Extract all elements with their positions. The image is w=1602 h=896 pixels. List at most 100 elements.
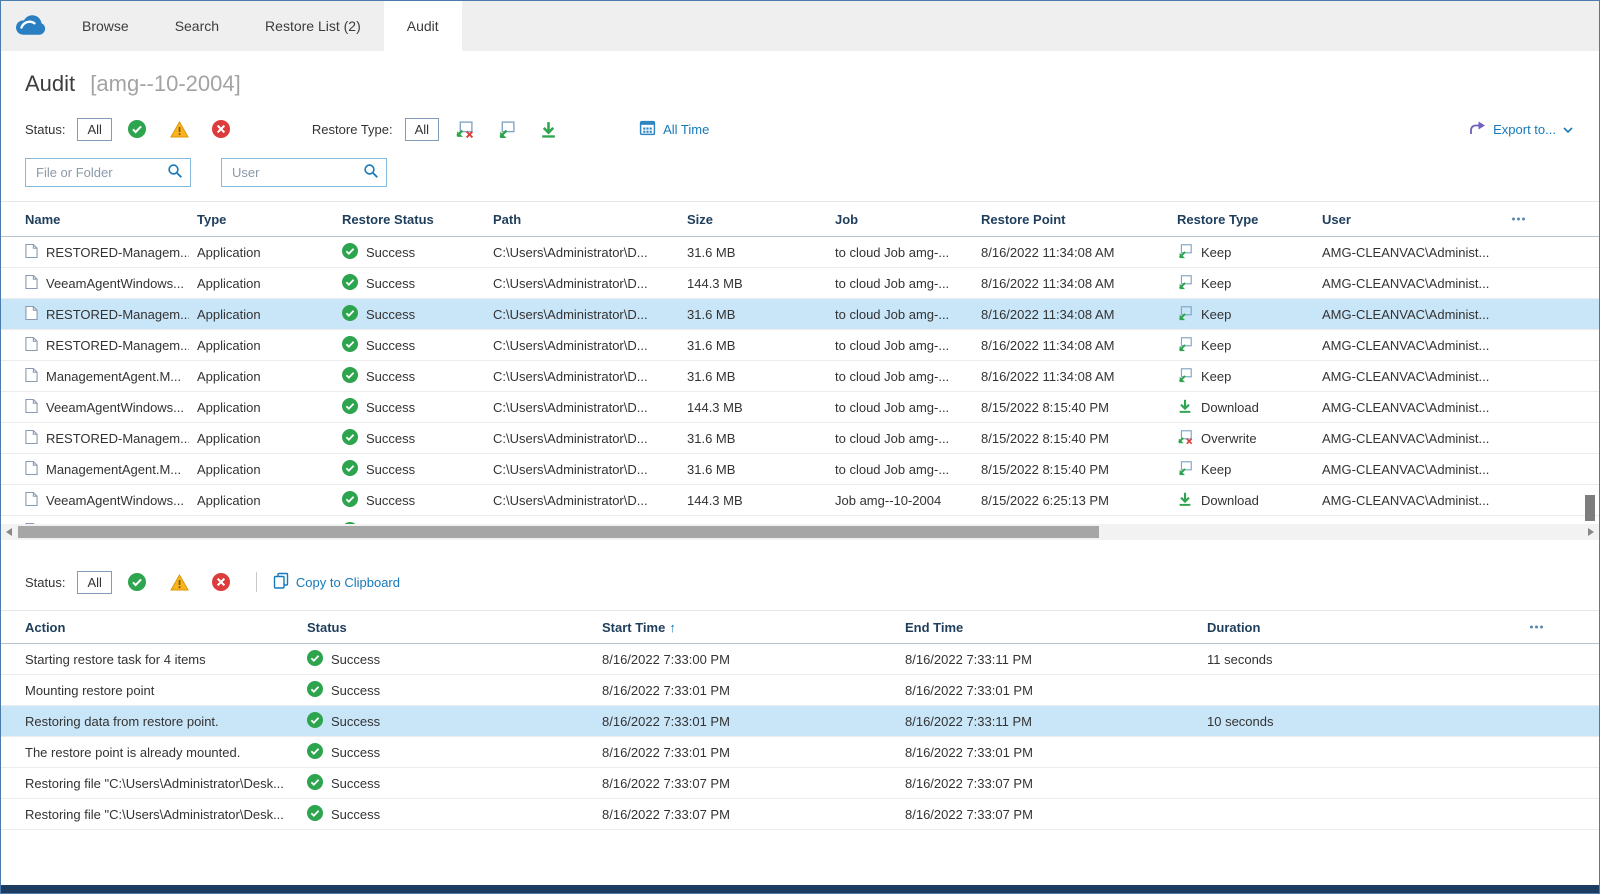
vertical-scrollbar-thumb[interactable] [1585,495,1595,521]
file-search-input[interactable] [34,164,167,181]
table-row[interactable]: RESTORED-Managem... Application Success … [1,299,1599,330]
tab-search[interactable]: Search [152,1,242,51]
success-icon [307,805,323,824]
column-header-user[interactable]: User [1322,212,1599,227]
column-header-action[interactable]: Action [1,620,307,635]
files-table-body: RESTORED-Managem... Application Success … [1,237,1599,524]
column-header-restore-status[interactable]: Restore Status [342,212,493,227]
table-row[interactable]: Success [1,516,1599,524]
event-status-cell: Success [307,805,602,824]
restore-type-keep-filter-icon[interactable] [497,120,516,139]
restore-status-text: Success [366,462,415,477]
path-cell: C:\Users\Administrator\D... [493,369,687,384]
events-status-success-filter-icon[interactable] [128,573,147,592]
search-icon[interactable] [167,163,183,182]
table-row[interactable]: ManagementAgent.M... Application Success… [1,361,1599,392]
keep-icon [1177,336,1193,355]
events-status-error-filter-icon[interactable] [212,573,231,592]
status-error-filter-icon[interactable] [212,120,231,139]
horizontal-scrollbar-track[interactable] [17,524,1583,540]
column-header-name[interactable]: Name [1,212,197,227]
page-title: Audit [amg--10-2004] [1,51,1599,99]
status-all-button[interactable]: All [77,118,111,141]
job-cell: to cloud Job amg-... [835,338,981,353]
tab-restore-list[interactable]: Restore List (2) [242,1,384,51]
column-options-icon[interactable] [1512,218,1525,221]
scroll-left-button[interactable] [1,524,17,540]
file-name: RESTORED-Managem... [46,431,189,446]
size-cell: 31.6 MB [687,245,835,260]
user-search-input[interactable] [230,164,363,181]
table-row[interactable]: ManagementAgent.M... Application Success… [1,454,1599,485]
column-header-start-time[interactable]: Start Time↑ [602,620,905,635]
table-row[interactable]: VeeamAgentWindows... Application Success… [1,392,1599,423]
column-header-end-time[interactable]: End Time [905,620,1207,635]
export-to-dropdown[interactable]: Export to... [1468,120,1573,139]
event-row[interactable]: Mounting restore point Success 8/16/2022… [1,675,1599,706]
column-header-type[interactable]: Type [197,212,342,227]
path-cell: C:\Users\Administrator\D... [493,400,687,415]
file-name: RESTORED-Managem... [46,338,189,353]
success-icon [342,336,358,355]
size-cell: 144.3 MB [687,493,835,508]
column-header-path[interactable]: Path [493,212,687,227]
name-cell: RESTORED-Managem... [1,305,197,324]
event-status-cell: Success [307,681,602,700]
event-status-text: Success [331,807,380,822]
restore-type-overwrite-filter-icon[interactable] [455,120,474,139]
event-row[interactable]: Restoring file "C:\Users\Administrator\D… [1,768,1599,799]
restore-point-cell: 8/15/2022 8:15:40 PM [981,462,1177,477]
chevron-down-icon [1563,122,1573,137]
page-title-machine: [amg--10-2004] [90,71,240,96]
table-row[interactable]: RESTORED-Managem... Application Success … [1,237,1599,268]
scroll-right-button[interactable] [1583,524,1599,540]
event-row[interactable]: The restore point is already mounted. Su… [1,737,1599,768]
restore-type-filter-label: Restore Type: [312,122,393,137]
end-time-cell: 8/16/2022 7:33:01 PM [905,683,1207,698]
name-cell: VeeamAgentWindows... [1,491,197,510]
table-row[interactable]: RESTORED-Managem... Application Success … [1,423,1599,454]
event-row[interactable]: Restoring file "C:\Users\Administrator\D… [1,799,1599,830]
search-icon[interactable] [363,163,379,182]
restore-type-cell: Keep [1177,243,1322,262]
file-name: RESTORED-Managem... [46,245,189,260]
copy-to-clipboard-button[interactable]: Copy to Clipboard [273,572,400,592]
status-warning-filter-icon[interactable] [170,120,189,139]
restore-type-cell: Keep [1177,460,1322,479]
column-header-job[interactable]: Job [835,212,981,227]
success-icon [342,460,358,479]
restore-point-cell: 8/16/2022 11:34:08 AM [981,245,1177,260]
type-cell: Application [197,276,342,291]
success-icon [307,650,323,669]
success-icon [307,681,323,700]
restore-type-download-filter-icon[interactable] [539,120,558,139]
events-table-header: Action Status Start Time↑ End Time Durat… [1,610,1599,644]
event-status-cell: Success [307,743,602,762]
column-header-size[interactable]: Size [687,212,835,227]
table-row[interactable]: VeeamAgentWindows... Application Success… [1,268,1599,299]
column-header-restore-type[interactable]: Restore Type [1177,212,1322,227]
event-row[interactable]: Restoring data from restore point. Succe… [1,706,1599,737]
copy-icon [273,572,289,592]
tab-audit[interactable]: Audit [384,1,462,51]
table-row[interactable]: VeeamAgentWindows... Application Success… [1,485,1599,516]
table-row[interactable]: RESTORED-Managem... Application Success … [1,330,1599,361]
restore-type-all-button[interactable]: All [405,118,439,141]
tab-browse[interactable]: Browse [59,1,152,51]
job-cell: to cloud Job amg-... [835,400,981,415]
column-header-status[interactable]: Status [307,620,602,635]
success-icon [342,429,358,448]
type-cell: Application [197,493,342,508]
event-row[interactable]: Starting restore task for 4 items Succes… [1,644,1599,675]
column-options-icon[interactable] [1530,626,1543,629]
status-success-filter-icon[interactable] [128,120,147,139]
file-icon [25,460,38,479]
column-header-restore-point[interactable]: Restore Point [981,212,1177,227]
horizontal-scrollbar-thumb[interactable] [18,526,1099,538]
tab-bar: Browse Search Restore List (2) Audit [1,1,1599,51]
restore-status-text: Success [366,493,415,508]
event-status-cell: Success [307,712,602,731]
events-status-warning-filter-icon[interactable] [170,573,189,592]
events-status-all-button[interactable]: All [77,571,111,594]
time-range-filter[interactable]: All Time [639,119,709,139]
